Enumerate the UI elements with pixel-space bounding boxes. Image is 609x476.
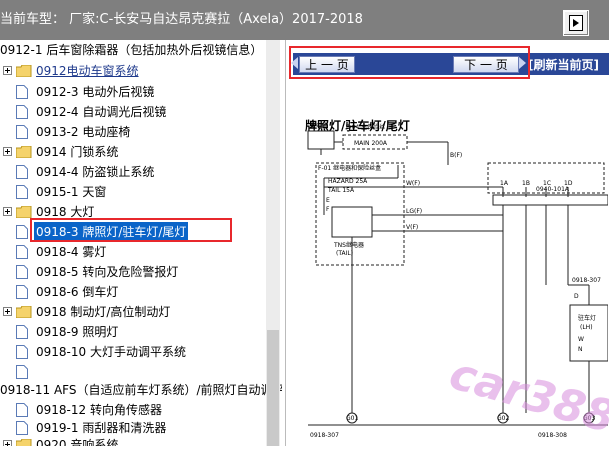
document-icon xyxy=(16,165,28,179)
wire-v-label: V(F) xyxy=(406,224,418,231)
tree-scroll-thumb[interactable] xyxy=(267,330,279,446)
tree-item[interactable]: 0915-1 天窗 xyxy=(0,182,260,202)
current-model-label: 当前车型： 厂家:C-长安马自达昂克赛拉（Axela）2017-2018 xyxy=(0,12,363,27)
connector-0940-label: 0940-101A xyxy=(536,186,570,193)
folder-icon xyxy=(16,65,32,77)
pin-1a-label: 1A xyxy=(500,180,509,187)
document-icon xyxy=(16,265,28,279)
pin-1d-label: 1D xyxy=(564,180,573,187)
folder-icon xyxy=(16,439,32,446)
document-icon xyxy=(16,403,28,417)
ground-2-label: G02 xyxy=(497,415,509,422)
pin-e-label: E xyxy=(326,197,330,204)
tree-item[interactable]: 0918-10 大灯手动调平系统 xyxy=(0,342,260,362)
wire-b-label: B(F) xyxy=(450,152,462,159)
tree-item[interactable]: 0918-12 转向角传感器 xyxy=(0,400,260,420)
parking-lamp xyxy=(569,304,608,362)
tree-item[interactable]: 0912-3 电动外后视镜 xyxy=(0,82,260,102)
document-icon xyxy=(16,285,28,299)
document-icon xyxy=(16,225,28,239)
tree-item[interactable]: 0918-6 倒车灯 xyxy=(0,282,260,302)
folder-icon xyxy=(16,306,32,318)
expand-toggle-icon[interactable] xyxy=(3,307,12,316)
main-fuse-rating: MAIN 200A xyxy=(354,140,388,147)
wire-lg-label: LG(F) xyxy=(406,208,422,215)
battery-label: 蓄电池 xyxy=(310,122,328,130)
tree-item-label: 0918-10 大灯手动调平系统 xyxy=(36,345,186,359)
tree-item-label: 0912电动车窗系统 xyxy=(36,64,139,78)
bottom-right-connector-label: 0918-308 xyxy=(538,432,567,439)
document-icon xyxy=(16,345,28,359)
document-icon xyxy=(16,125,28,139)
ground-1-label: G01 xyxy=(346,415,358,422)
lamp-w-label: W xyxy=(578,336,584,343)
tree-item[interactable]: 0918-4 雾灯 xyxy=(0,242,260,262)
tree-item-label: 0912-4 自动调光后视镜 xyxy=(36,105,167,119)
tree-item[interactable] xyxy=(0,362,260,382)
tree-item-label: 0914-4 防盗锁止系统 xyxy=(36,165,155,179)
page-export-icon xyxy=(569,15,583,31)
tree-item-label: 0915-1 天窗 xyxy=(36,185,107,199)
tree-item-label: 0918-11 AFS（自适应前车灯系统）/前照灯自动调平 xyxy=(0,383,282,397)
relay-label: TNS继电器 xyxy=(333,241,364,249)
tree-item-label: 0912-1 后车窗除霜器（包括加热外后视镜信息） xyxy=(0,43,263,57)
wire-w-label: W(F) xyxy=(406,180,420,187)
document-icon xyxy=(16,325,28,339)
fuse-block-label: F-01 继电器和保险丝盒 xyxy=(318,164,381,172)
expand-toggle-icon[interactable] xyxy=(3,207,12,216)
pin-1c-label: 1C xyxy=(543,180,551,187)
tns-relay xyxy=(331,206,373,238)
export-page-button[interactable] xyxy=(563,10,589,36)
tree-item-folder[interactable]: 0912电动车窗系统 xyxy=(0,61,240,81)
tree-item-label: 0918-5 转向及危险警报灯 xyxy=(36,265,179,279)
tree-item-label: 0918 制动灯/高位制动灯 xyxy=(36,305,171,319)
tree-scrollbar[interactable] xyxy=(266,40,280,446)
pin-f-label: F xyxy=(326,206,330,213)
folder-icon xyxy=(16,206,32,218)
tree-item-label: 0918-6 倒车灯 xyxy=(36,285,119,299)
battery-symbol xyxy=(307,130,335,150)
tree-item-folder[interactable]: 0920 音响系统 xyxy=(0,435,260,446)
pin-1b-label: 1B xyxy=(522,180,530,187)
lamp-label: 驻车灯 xyxy=(578,314,596,322)
tail-fuse-label: TAIL 15A xyxy=(327,187,355,194)
document-icon xyxy=(16,85,28,99)
main-fuse-label: F-04 主保险丝 xyxy=(346,123,385,131)
lamp-connector-label: 0918-307 xyxy=(572,277,601,284)
tree-item-folder[interactable]: 0918 制动灯/高位制动灯 xyxy=(0,302,260,322)
tree-item-label: 0914 门锁系统 xyxy=(36,145,119,159)
tree-item-label: 0918-4 雾灯 xyxy=(36,245,107,259)
pin-d-label: D xyxy=(574,293,579,300)
tree-item-label: 0913-2 电动座椅 xyxy=(36,125,131,139)
tree-item[interactable]: 0912-4 自动调光后视镜 xyxy=(0,102,260,122)
chapter-tree: 0912-1 后车窗除霜器（包括加热外后视镜信息） 0912电动车窗系统 091… xyxy=(0,40,282,446)
expand-toggle-icon[interactable] xyxy=(3,440,12,446)
document-icon xyxy=(16,185,28,199)
refresh-page-link[interactable]: [刷新当前页] xyxy=(528,56,599,73)
tree-item-label: 0912-3 电动外后视镜 xyxy=(36,85,155,99)
tree-item-label: 0918-12 转向角传感器 xyxy=(36,403,162,417)
lamp-side-label: (LH) xyxy=(580,324,593,331)
title-bar: 当前车型： 厂家:C-长安马自达昂克赛拉（Axela）2017-2018 xyxy=(0,0,609,40)
expand-toggle-icon[interactable] xyxy=(3,66,12,75)
document-icon xyxy=(16,421,28,435)
document-icon xyxy=(16,105,28,119)
tree-item[interactable]: 0918-5 转向及危险警报灯 xyxy=(0,262,260,282)
bottom-left-connector-label: 0918-307 xyxy=(310,432,339,439)
tree-item[interactable]: 0918-9 照明灯 xyxy=(0,322,260,342)
tree-item[interactable]: 0913-2 电动座椅 xyxy=(0,122,260,142)
tree-item-folder[interactable]: 0914 门锁系统 xyxy=(0,142,260,162)
expand-toggle-icon[interactable] xyxy=(3,147,12,156)
selected-item-highlight xyxy=(30,218,232,242)
folder-icon xyxy=(16,146,32,158)
tree-item-label: 0920 音响系统 xyxy=(36,438,119,446)
document-icon xyxy=(16,245,28,259)
hazard-fuse-label: HAZARD 25A xyxy=(328,178,368,185)
nav-buttons-highlight xyxy=(289,46,530,79)
document-icon xyxy=(16,365,28,379)
tree-item[interactable]: 0914-4 防盗锁止系统 xyxy=(0,162,260,182)
tree-item-label: 0918-9 照明灯 xyxy=(36,325,119,339)
lamp-n-label: N xyxy=(578,346,583,353)
relay-sub-label: (TAIL) xyxy=(336,250,353,257)
